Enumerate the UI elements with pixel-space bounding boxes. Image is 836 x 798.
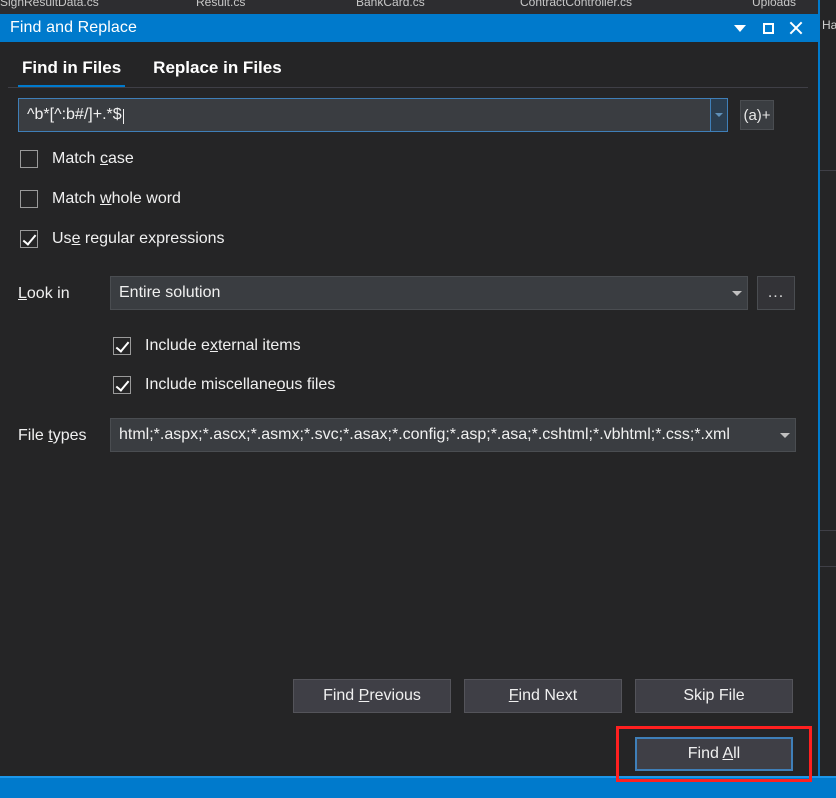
find-previous-button[interactable]: Find Previous <box>293 679 451 713</box>
editor-tab[interactable]: ContractController.cs <box>520 0 632 9</box>
checkbox-label: Include external items <box>145 337 301 354</box>
checkbox-box <box>20 230 38 248</box>
skip-file-label: Skip File <box>683 687 745 704</box>
editor-tab[interactable]: Result.cs <box>196 0 245 9</box>
find-next-button[interactable]: Find Next <box>464 679 622 713</box>
search-row: ^b*[^:b#/]+.*$ (a)+ <box>18 98 774 132</box>
titlebar-button-group <box>726 15 818 41</box>
tabs-separator <box>8 87 808 88</box>
tab-replace-in-files[interactable]: Replace in Files <box>149 58 286 88</box>
checkbox-match-whole-word[interactable]: Match whole word <box>20 190 181 208</box>
chevron-down-icon[interactable] <box>726 15 754 41</box>
background-right-panel-label: Ha <box>822 18 836 32</box>
editor-tab[interactable]: BankCard.cs <box>356 0 425 9</box>
skip-file-button[interactable]: Skip File <box>635 679 793 713</box>
dialog-titlebar[interactable]: Find and Replace <box>0 14 818 42</box>
status-bar-highlight <box>0 776 836 778</box>
dialog-tabs: Find in Files Replace in Files <box>0 42 818 88</box>
find-all-button[interactable]: Find All <box>635 737 793 771</box>
editor-tab-strip: SignResultData.cs Result.cs BankCard.cs Con… <box>0 0 836 14</box>
editor-tab[interactable]: SignResultData.cs <box>0 0 99 9</box>
editor-tab[interactable]: Uploads <box>752 0 796 9</box>
checkbox-box <box>20 150 38 168</box>
checkbox-box <box>113 337 131 355</box>
background-panel-divider <box>820 170 836 171</box>
checkbox-label: Use regular expressions <box>52 230 225 247</box>
tab-find-in-files[interactable]: Find in Files <box>18 58 126 88</box>
find-previous-label: Find Previous <box>323 687 421 704</box>
dialog-title: Find and Replace <box>10 19 138 36</box>
file-types-label: File types <box>18 427 87 444</box>
regex-builder-button[interactable]: (a)+ <box>740 100 774 130</box>
checkbox-use-regular-expressions[interactable]: Use regular expressions <box>20 230 225 248</box>
file-types-combo[interactable]: html;*.aspx;*.ascx;*.asmx;*.svc;*.asax;*… <box>110 418 796 452</box>
checkbox-include-miscellaneous-files[interactable]: Include miscellaneous files <box>113 376 335 394</box>
status-bar <box>0 776 836 798</box>
background-panel-divider <box>820 566 836 567</box>
background-panel-divider <box>820 530 836 531</box>
checkbox-match-case[interactable]: Match case <box>20 150 134 168</box>
find-next-label: Find Next <box>508 687 578 704</box>
look-in-value: Entire solution <box>119 284 221 301</box>
checkbox-box <box>20 190 38 208</box>
find-all-label: Find All <box>687 745 741 762</box>
checkbox-label: Include miscellaneous files <box>145 376 336 393</box>
look-in-combo[interactable]: Entire solution <box>110 276 748 310</box>
checkbox-label: Match whole word <box>52 190 181 207</box>
browse-button[interactable]: ... <box>757 276 795 310</box>
file-types-value: html;*.aspx;*.ascx;*.asmx;*.svc;*.asax;*… <box>119 426 730 443</box>
background-right-panel <box>818 0 836 798</box>
chevron-down-icon[interactable] <box>727 277 747 309</box>
search-history-dropdown[interactable] <box>710 99 727 131</box>
search-input-value: ^b*[^:b#/]+.*$ <box>19 106 710 125</box>
maximize-icon[interactable] <box>754 15 782 41</box>
chevron-down-icon[interactable] <box>775 419 795 451</box>
search-input[interactable]: ^b*[^:b#/]+.*$ <box>18 98 728 132</box>
checkbox-label: Match case <box>52 150 134 167</box>
checkbox-include-external-items[interactable]: Include external items <box>113 337 301 355</box>
look-in-label: Look in <box>18 285 70 302</box>
checkbox-box <box>113 376 131 394</box>
close-icon[interactable] <box>782 15 810 41</box>
text-caret <box>122 108 124 125</box>
find-and-replace-dialog: Find and Replace Find in Files Replace i… <box>0 14 818 776</box>
